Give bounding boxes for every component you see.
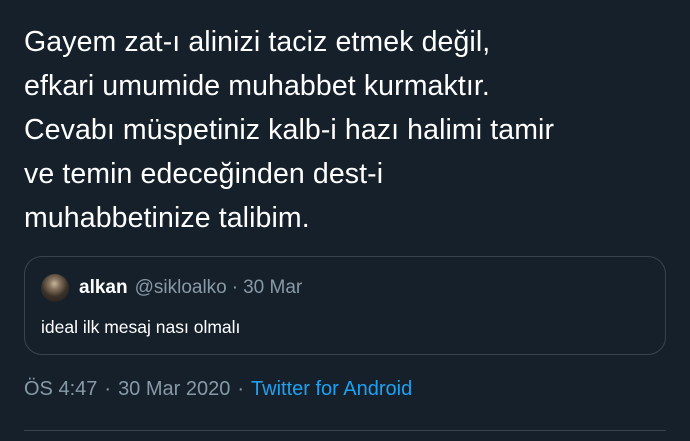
tweet-metadata: ÖS 4:47 · 30 Mar 2020 · Twitter for Andr… xyxy=(24,378,412,401)
tweet-date[interactable]: 30 Mar 2020 xyxy=(118,378,230,401)
quoted-user-handle[interactable]: @sikloalko xyxy=(135,277,227,299)
meta-separator: · xyxy=(237,378,245,400)
tweet-time[interactable]: ÖS 4:47 xyxy=(24,378,97,401)
tweet-source-link[interactable]: Twitter for Android xyxy=(251,378,412,401)
quoted-tweet-header: alkan @sikloalko · 30 Mar xyxy=(41,273,302,303)
tweet: Gayem zat-ı alinizi taciz etmek değil, e… xyxy=(0,0,690,441)
quoted-tweet-card[interactable]: alkan @sikloalko · 30 Mar ideal ilk mesa… xyxy=(24,256,666,355)
avatar[interactable] xyxy=(41,274,69,302)
divider xyxy=(24,430,666,431)
quoted-tweet-text: ideal ilk mesaj nası olmalı xyxy=(41,317,241,337)
tweet-text: Gayem zat-ı alinizi taciz etmek değil, e… xyxy=(24,26,555,234)
quoted-tweet-date[interactable]: 30 Mar xyxy=(243,277,302,299)
quoted-user-name[interactable]: alkan xyxy=(79,277,128,299)
quoted-tweet-separator: · xyxy=(231,277,239,298)
meta-separator: · xyxy=(104,378,112,400)
